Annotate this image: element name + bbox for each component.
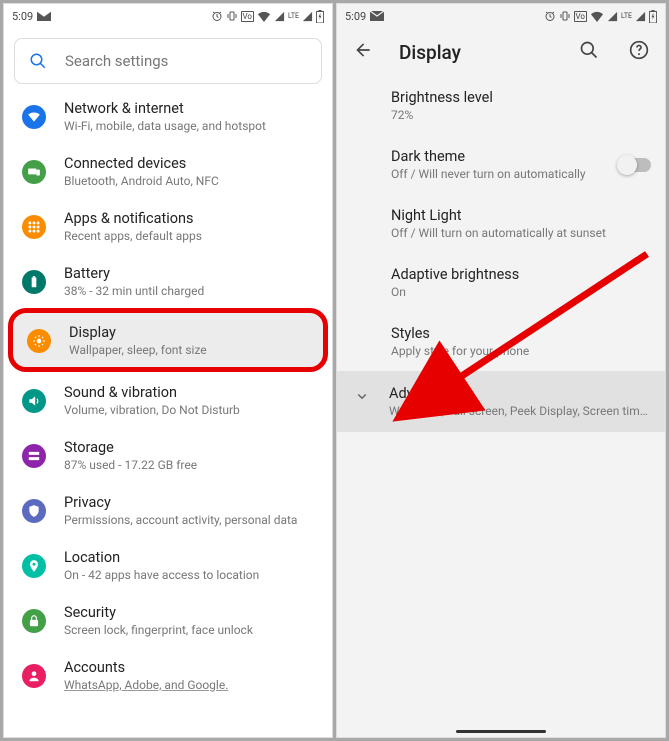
signal2-icon — [302, 11, 313, 22]
vo-label: Vo — [241, 11, 254, 22]
chevron-down-icon — [353, 387, 371, 409]
arrow-back-icon — [353, 40, 373, 60]
setting-sound[interactable]: Sound & vibrationVolume, vibration, Do N… — [4, 372, 332, 427]
alarm-icon — [211, 10, 223, 22]
highlight-display: DisplayWallpaper, sleep, font size — [8, 308, 328, 372]
help-icon — [629, 40, 649, 60]
display-options: Brightness level 72% Dark theme Off / Wi… — [337, 76, 665, 737]
volume-icon — [22, 389, 46, 413]
wifi-icon — [257, 11, 271, 22]
vo-label: Vo — [574, 11, 587, 22]
setting-network[interactable]: Network & internetWi-Fi, mobile, data us… — [4, 88, 332, 143]
settings-list: Network & internetWi-Fi, mobile, data us… — [4, 88, 332, 737]
help-button[interactable] — [625, 36, 653, 68]
status-time: 5:09 — [12, 10, 33, 23]
battery-icon — [22, 270, 46, 294]
brightness-icon — [27, 329, 51, 353]
search-icon — [579, 40, 599, 60]
privacy-icon — [22, 499, 46, 523]
dark-theme-toggle[interactable] — [619, 158, 651, 172]
setting-storage[interactable]: Storage87% used - 17.22 GB free — [4, 427, 332, 482]
storage-icon — [22, 444, 46, 468]
setting-accounts[interactable]: AccountsWhatsApp, Adobe, and Google. — [4, 647, 332, 702]
vibrate-icon — [559, 10, 571, 22]
alarm-icon — [544, 10, 556, 22]
signal-icon — [274, 11, 285, 22]
battery-icon — [649, 10, 657, 23]
setting-privacy[interactable]: PrivacyPermissions, account activity, pe… — [4, 482, 332, 537]
setting-connected-devices[interactable]: Connected devicesBluetooth, Android Auto… — [4, 143, 332, 198]
setting-location[interactable]: LocationOn - 42 apps have access to loca… — [4, 537, 332, 592]
devices-icon — [22, 160, 46, 184]
vibrate-icon — [226, 10, 238, 22]
apps-icon — [22, 215, 46, 239]
page-title: Display — [399, 41, 461, 64]
status-bar: 5:09 Vo LTE — [337, 4, 665, 28]
status-bar: 5:09 Vo LTE — [4, 4, 332, 28]
setting-display[interactable]: DisplayWallpaper, sleep, font size — [13, 313, 323, 367]
settings-main-screen: 5:09 Vo LTE Search settings Network & in… — [3, 3, 333, 738]
appbar: Display — [337, 28, 665, 76]
setting-apps[interactable]: Apps & notificationsRecent apps, default… — [4, 198, 332, 253]
setting-battery[interactable]: Battery38% - 32 min until charged — [4, 253, 332, 308]
signal2-icon — [635, 11, 646, 22]
setting-security[interactable]: SecurityScreen lock, fingerprint, face u… — [4, 592, 332, 647]
display-settings-screen: 5:09 Vo LTE Display Brightness level — [336, 3, 666, 738]
lte-label: LTE — [288, 12, 299, 20]
search-button[interactable] — [575, 36, 603, 68]
option-styles[interactable]: Styles Apply style for your phone — [337, 312, 665, 371]
battery-icon — [316, 10, 324, 23]
wifi-icon — [590, 11, 604, 22]
option-advanced[interactable]: Advanced Wallpaper, Full screen, Peek Di… — [337, 371, 665, 432]
search-placeholder: Search settings — [65, 52, 168, 70]
search-icon — [29, 52, 47, 70]
back-button[interactable] — [349, 36, 377, 68]
signal-icon — [607, 11, 618, 22]
account-icon — [22, 664, 46, 688]
search-settings-input[interactable]: Search settings — [14, 38, 322, 84]
mail-icon — [370, 11, 384, 21]
option-adaptive-brightness[interactable]: Adaptive brightness On — [337, 253, 665, 312]
option-dark-theme[interactable]: Dark theme Off / Will never turn on auto… — [337, 135, 665, 194]
mail-icon — [37, 11, 51, 21]
location-icon — [22, 554, 46, 578]
nav-bar-pill[interactable] — [456, 730, 546, 733]
option-night-light[interactable]: Night Light Off / Will turn on automatic… — [337, 194, 665, 253]
status-time: 5:09 — [345, 10, 366, 23]
wifi-icon — [22, 105, 46, 129]
lte-label: LTE — [621, 12, 632, 20]
lock-icon — [22, 609, 46, 633]
option-brightness[interactable]: Brightness level 72% — [337, 76, 665, 135]
